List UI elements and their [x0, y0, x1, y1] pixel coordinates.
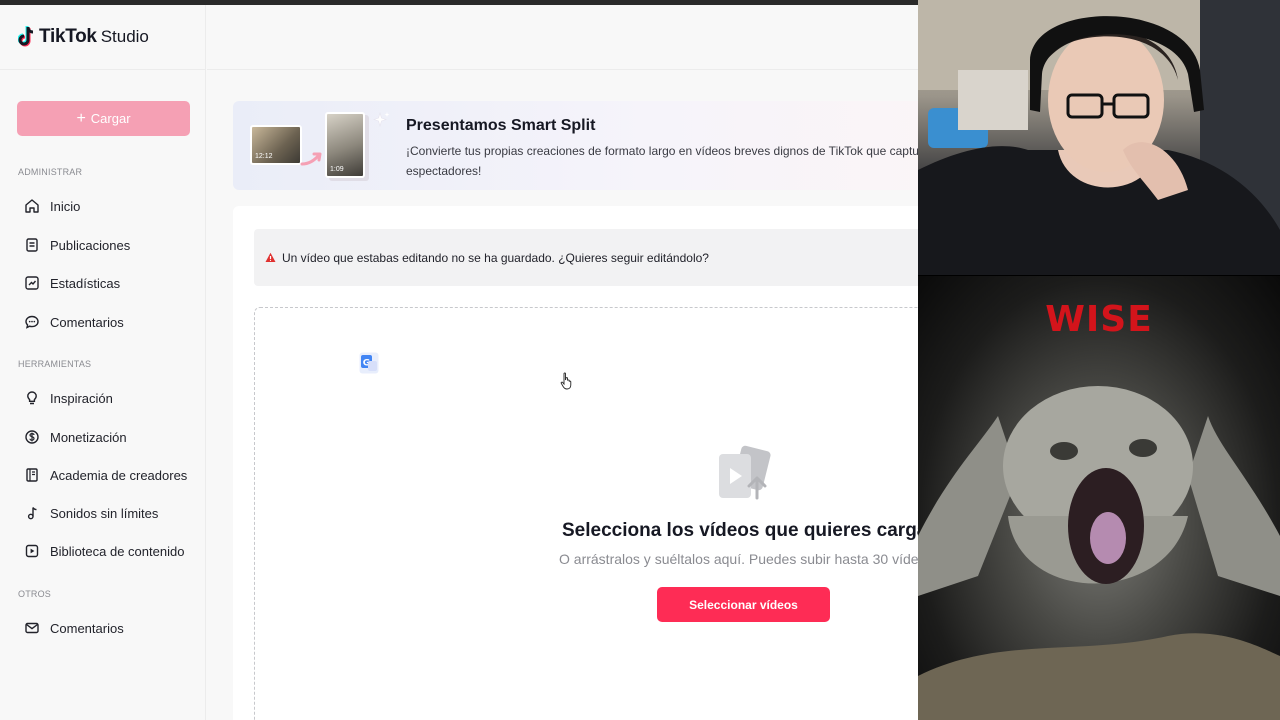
tiktok-logo-icon [18, 26, 34, 47]
upload-card: Un vídeo que estabas editando no se ha g… [233, 206, 918, 720]
sidebar-item-comentarios[interactable]: Comentarios [24, 310, 124, 334]
sidebar-item-comentarios-otros[interactable]: Comentarios [24, 616, 124, 640]
document-icon [26, 238, 38, 252]
game-image-overlay: WISE [918, 276, 1280, 720]
sidebar-item-estadisticas[interactable]: Estadísticas [24, 271, 120, 295]
tiktok-studio-app: TikTok Studio + Cargar ADMINISTRAR Inici… [0, 5, 918, 720]
sidebar-item-inicio[interactable]: Inicio [24, 194, 80, 218]
sidebar-item-label: Biblioteca de contenido [50, 543, 185, 559]
sidebar-item-biblioteca[interactable]: Biblioteca de contenido [24, 539, 184, 563]
sidebar-item-label: Inspiración [50, 390, 113, 406]
upload-button-label: Cargar [90, 111, 131, 126]
sidebar-item-label: Comentarios [50, 314, 124, 330]
banner-description-line2: espectadores! [406, 164, 482, 178]
sidebar-item-academia[interactable]: Academia de creadores [24, 463, 187, 487]
music-note-icon [27, 507, 37, 520]
dropzone-subtitle: O arrástralos y suéltalos aquí. Puedes s… [559, 551, 918, 567]
brand-logo[interactable]: TikTok Studio [0, 5, 205, 70]
brand-name: TikTok [39, 26, 97, 47]
thumbnail-duration: 12:12 [255, 153, 273, 160]
sidebar-item-publicaciones[interactable]: Publicaciones [24, 233, 130, 257]
thumbnail-duration: 1:09 [330, 166, 344, 173]
game-title-text: WISE [1045, 299, 1153, 340]
plus-icon: + [76, 109, 86, 127]
banner-description: ¡Convierte tus propias creaciones de for… [406, 141, 918, 181]
dollar-icon [25, 430, 39, 444]
banner-title: Presentamos Smart Split [406, 117, 596, 134]
sidebar-item-label: Comentarios [50, 620, 124, 636]
sidebar-item-monetizacion[interactable]: Monetización [24, 425, 127, 449]
unsaved-draft-alert[interactable]: Un vídeo que estabas editando no se ha g… [254, 229, 918, 286]
alert-text: Un vídeo que estabas editando no se ha g… [282, 250, 709, 265]
webcam-overlay [918, 0, 1280, 275]
brand-product: Studio [100, 27, 149, 46]
sidebar-item-label: Monetización [50, 429, 127, 445]
upload-button[interactable]: + Cargar [17, 101, 190, 136]
sidebar-item-label: Estadísticas [50, 275, 121, 291]
section-herramientas: HERRAMIENTAS [18, 359, 92, 369]
webcam-image [918, 0, 1280, 275]
arrow-icon [300, 152, 322, 166]
google-translate-icon[interactable]: G [359, 352, 379, 374]
dropzone-title: Selecciona los vídeos que quieres carga [562, 520, 918, 541]
sidebar-item-label: Inicio [50, 198, 81, 214]
lightbulb-icon [27, 391, 37, 405]
smart-split-banner[interactable]: 12:12 1:09 Presentamos Smart Split ¡Conv… [233, 101, 918, 190]
video-dropzone[interactable]: G Selecciona los vídeos que quieres carg… [254, 307, 918, 720]
main-content: 12:12 1:09 Presentamos Smart Split ¡Conv… [207, 5, 918, 720]
banner-description-line1: ¡Convierte tus propias creaciones de for… [406, 144, 918, 158]
upload-videos-icon [719, 445, 771, 500]
sidebar: TikTok Studio + Cargar ADMINISTRAR Inici… [0, 5, 206, 720]
chart-icon [25, 276, 39, 290]
hand-cursor-icon [560, 372, 572, 390]
section-otros: OTROS [18, 589, 52, 599]
play-library-icon [25, 544, 39, 558]
section-administrar: ADMINISTRAR [18, 167, 83, 177]
sidebar-item-label: Publicaciones [50, 237, 131, 253]
warning-icon [265, 252, 276, 262]
banner-thumbnail-long: 12:12 [250, 125, 302, 165]
select-videos-button[interactable]: Seleccionar vídeos [657, 587, 830, 622]
sidebar-item-label: Sonidos sin límites [50, 505, 159, 521]
mail-icon [25, 622, 39, 634]
sidebar-item-sonidos[interactable]: Sonidos sin límites [24, 501, 158, 525]
screaming-creature-image [918, 386, 1280, 720]
sparkle-icon [373, 111, 390, 128]
home-icon [25, 199, 39, 213]
sidebar-item-inspiracion[interactable]: Inspiración [24, 386, 113, 410]
banner-thumbnail-short: 1:09 [325, 112, 365, 178]
book-icon [26, 468, 38, 482]
sidebar-item-label: Academia de creadores [50, 467, 188, 483]
main-header [207, 5, 918, 70]
comment-icon [25, 315, 39, 329]
